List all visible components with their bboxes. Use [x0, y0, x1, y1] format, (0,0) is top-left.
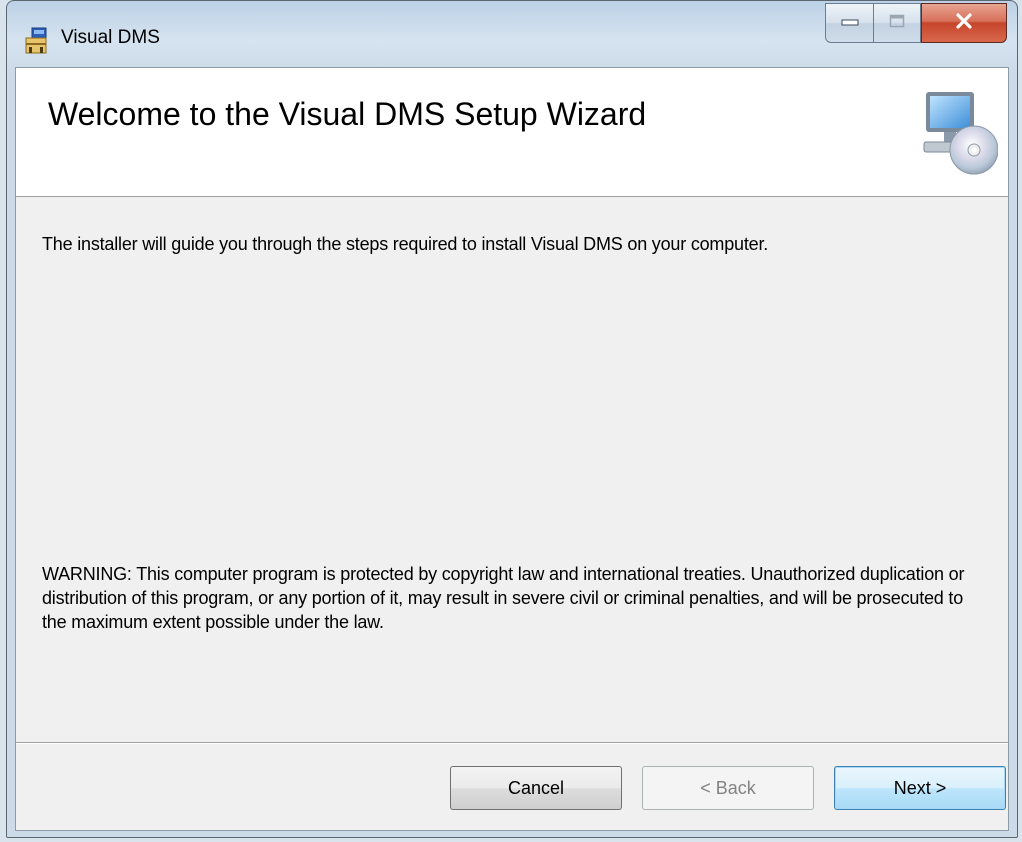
close-icon: [955, 12, 973, 34]
title-bar[interactable]: Visual DMS: [7, 1, 1017, 67]
minimize-button[interactable]: [825, 3, 873, 43]
button-separator: [16, 742, 1008, 744]
copyright-warning: WARNING: This computer program is protec…: [42, 564, 965, 632]
maximize-icon: [889, 14, 905, 33]
close-button[interactable]: [921, 3, 1007, 43]
wizard-banner: Welcome to the Visual DMS Setup Wizard: [16, 68, 1008, 197]
back-button: < Back: [642, 766, 814, 810]
minimize-icon: [841, 14, 859, 32]
cancel-button[interactable]: Cancel: [450, 766, 622, 810]
window-title: Visual DMS: [61, 27, 160, 48]
installer-window: Visual DMS Welcome to the Visual DMS Set…: [6, 0, 1018, 838]
installer-icon: [23, 27, 51, 55]
intro-text: The installer will guide you through the…: [42, 234, 769, 254]
computer-cd-icon: [918, 88, 999, 180]
caption-buttons: [825, 3, 1007, 43]
wizard-client-area: Welcome to the Visual DMS Setup Wizard T…: [15, 67, 1009, 831]
next-button[interactable]: Next >: [834, 766, 1006, 810]
page-title: Welcome to the Visual DMS Setup Wizard: [48, 96, 647, 132]
maximize-button: [873, 3, 921, 43]
